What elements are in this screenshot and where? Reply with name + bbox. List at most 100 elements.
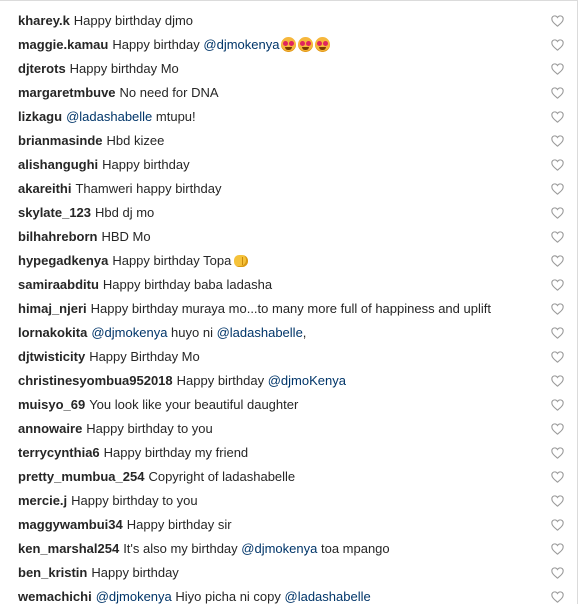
- comment-mention-link[interactable]: @djmokenya: [203, 37, 279, 52]
- comment-username[interactable]: maggywambui34: [18, 517, 123, 532]
- comment-text: Happy birthday: [91, 565, 179, 580]
- heart-outline-icon[interactable]: [551, 303, 564, 315]
- comment-text: No need for DNA: [119, 85, 219, 100]
- comment-row: ben_kristin Happy birthday: [0, 561, 577, 585]
- heart-eyes-emoji: [298, 37, 314, 52]
- comment-row: lizkagu @ladashabelle mtupu!: [0, 105, 577, 129]
- comment-username[interactable]: christinesyombua952018: [18, 373, 173, 388]
- comment-text: Hbd kizee: [106, 133, 165, 148]
- comment-text: Happy birthday sir: [126, 517, 232, 532]
- comment-row: brianmasinde Hbd kizee: [0, 129, 577, 153]
- comment-row: maggie.kamau Happy birthday @djmokenya: [0, 33, 577, 57]
- comment-row: djterots Happy birthday Mo: [0, 57, 577, 81]
- heart-outline-icon[interactable]: [551, 135, 564, 147]
- heart-outline-icon[interactable]: [551, 39, 564, 51]
- heart-outline-icon[interactable]: [551, 519, 564, 531]
- comment-text: Happy birthday my friend: [103, 445, 249, 460]
- comment-text: Hbd dj mo: [95, 205, 155, 220]
- comment-username[interactable]: kharey.k: [18, 13, 70, 28]
- comment-row: muisyo_69 You look like your beautiful da…: [0, 393, 577, 417]
- comment-username[interactable]: ben_kristin: [18, 565, 87, 580]
- comment-row: kharey.k Happy birthday djmo: [0, 9, 577, 33]
- comment-mention-link[interactable]: @ladashabelle: [66, 109, 152, 124]
- comment-row: bilhahreborn HBD Mo: [0, 225, 577, 249]
- comment-row: djtwisticity Happy Birthday Mo: [0, 345, 577, 369]
- comment-row: ken_marshal254 It's also my birthday @djm…: [0, 537, 577, 561]
- comment-text: Happy birthday djmo: [73, 13, 194, 28]
- comment-text: Happy birthday: [112, 37, 204, 52]
- comment-text: HBD Mo: [101, 229, 151, 244]
- comment-mention-link[interactable]: @ladashabelle: [285, 589, 371, 604]
- comment-row: terrycynthia6 Happy birthday my friend: [0, 441, 577, 465]
- comment-mention-link[interactable]: @djmokenya: [241, 541, 317, 556]
- heart-outline-icon[interactable]: [551, 279, 564, 291]
- comment-username[interactable]: himaj_njeri: [18, 301, 87, 316]
- comment-username[interactable]: djterots: [18, 61, 66, 76]
- heart-outline-icon[interactable]: [551, 327, 564, 339]
- comment-text: Happy birthday Mo: [69, 61, 179, 76]
- heart-outline-icon[interactable]: [551, 159, 564, 171]
- heart-outline-icon[interactable]: [551, 495, 564, 507]
- heart-outline-icon[interactable]: [551, 375, 564, 387]
- heart-outline-icon[interactable]: [551, 543, 564, 555]
- comment-username[interactable]: akareithi: [18, 181, 71, 196]
- comment-text: mtupu!: [152, 109, 196, 124]
- comment-row: akareithi Thamweri happy birthday: [0, 177, 577, 201]
- comment-username[interactable]: hypegadkenya: [18, 253, 108, 268]
- comment-username[interactable]: alishangughi: [18, 157, 98, 172]
- comment-username[interactable]: mercie.j: [18, 493, 67, 508]
- comment-username[interactable]: ken_marshal254: [18, 541, 119, 556]
- heart-outline-icon[interactable]: [551, 471, 564, 483]
- comment-username[interactable]: margaretmbuve: [18, 85, 116, 100]
- heart-outline-icon[interactable]: [551, 567, 564, 579]
- comment-username[interactable]: bilhahreborn: [18, 229, 97, 244]
- comment-row: wemachichi @djmokenya Hiyo picha ni copy …: [0, 585, 577, 604]
- comment-username[interactable]: pretty_mumbua_254: [18, 469, 144, 484]
- comment-username[interactable]: samiraabditu: [18, 277, 99, 292]
- comment-username[interactable]: muisyo_69: [18, 397, 85, 412]
- heart-outline-icon[interactable]: [551, 183, 564, 195]
- comment-username[interactable]: brianmasinde: [18, 133, 103, 148]
- comment-username[interactable]: lornakokita: [18, 325, 87, 340]
- comment-row: hypegadkenya Happy birthday Topa: [0, 249, 577, 273]
- comment-text: Happy birthday muraya mo...to many more …: [90, 301, 491, 316]
- comment-text: You look like your beautiful daughter: [89, 397, 299, 412]
- heart-outline-icon[interactable]: [551, 87, 564, 99]
- heart-outline-icon[interactable]: [551, 399, 564, 411]
- comment-row: margaretmbuve No need for DNA: [0, 81, 577, 105]
- comment-text: Thamweri happy birthday: [75, 181, 222, 196]
- comment-username[interactable]: maggie.kamau: [18, 37, 108, 52]
- heart-outline-icon[interactable]: [551, 111, 564, 123]
- heart-outline-icon[interactable]: [551, 63, 564, 75]
- comment-mention-link[interactable]: @djmoKenya: [268, 373, 346, 388]
- comment-text: ,: [302, 325, 307, 340]
- comment-text: Happy birthday Topa: [112, 253, 232, 268]
- comment-username[interactable]: lizkagu: [18, 109, 62, 124]
- heart-outline-icon[interactable]: [551, 423, 564, 435]
- heart-outline-icon[interactable]: [551, 207, 564, 219]
- comment-row: alishangughi Happy birthday: [0, 153, 577, 177]
- comment-row: samiraabditu Happy birthday baba ladasha: [0, 273, 577, 297]
- comment-text: toa mpango: [317, 541, 390, 556]
- comment-username[interactable]: terrycynthia6: [18, 445, 100, 460]
- comment-row: himaj_njeri Happy birthday muraya mo...to…: [0, 297, 577, 321]
- heart-outline-icon[interactable]: [551, 15, 564, 27]
- comment-mention-link[interactable]: @ladashabelle: [217, 325, 303, 340]
- comments-panel: kharey.k Happy birthday djmo maggie.kamau H…: [0, 0, 578, 604]
- comment-username[interactable]: annowaire: [18, 421, 82, 436]
- heart-outline-icon[interactable]: [551, 447, 564, 459]
- heart-outline-icon[interactable]: [551, 231, 564, 243]
- comment-row: skylate_123 Hbd dj mo: [0, 201, 577, 225]
- comment-mention-link[interactable]: @djmokenya: [96, 589, 172, 604]
- heart-outline-icon[interactable]: [551, 351, 564, 363]
- comment-row: mercie.j Happy birthday to you: [0, 489, 577, 513]
- comment-username[interactable]: wemachichi: [18, 589, 92, 604]
- heart-eyes-emoji: [281, 37, 297, 52]
- comment-text: Happy birthday: [176, 373, 268, 388]
- comment-username[interactable]: djtwisticity: [18, 349, 85, 364]
- comment-mention-link[interactable]: @djmokenya: [91, 325, 167, 340]
- heart-outline-icon[interactable]: [551, 591, 564, 603]
- comment-text: Happy birthday to you: [71, 493, 198, 508]
- comment-username[interactable]: skylate_123: [18, 205, 91, 220]
- heart-outline-icon[interactable]: [551, 255, 564, 267]
